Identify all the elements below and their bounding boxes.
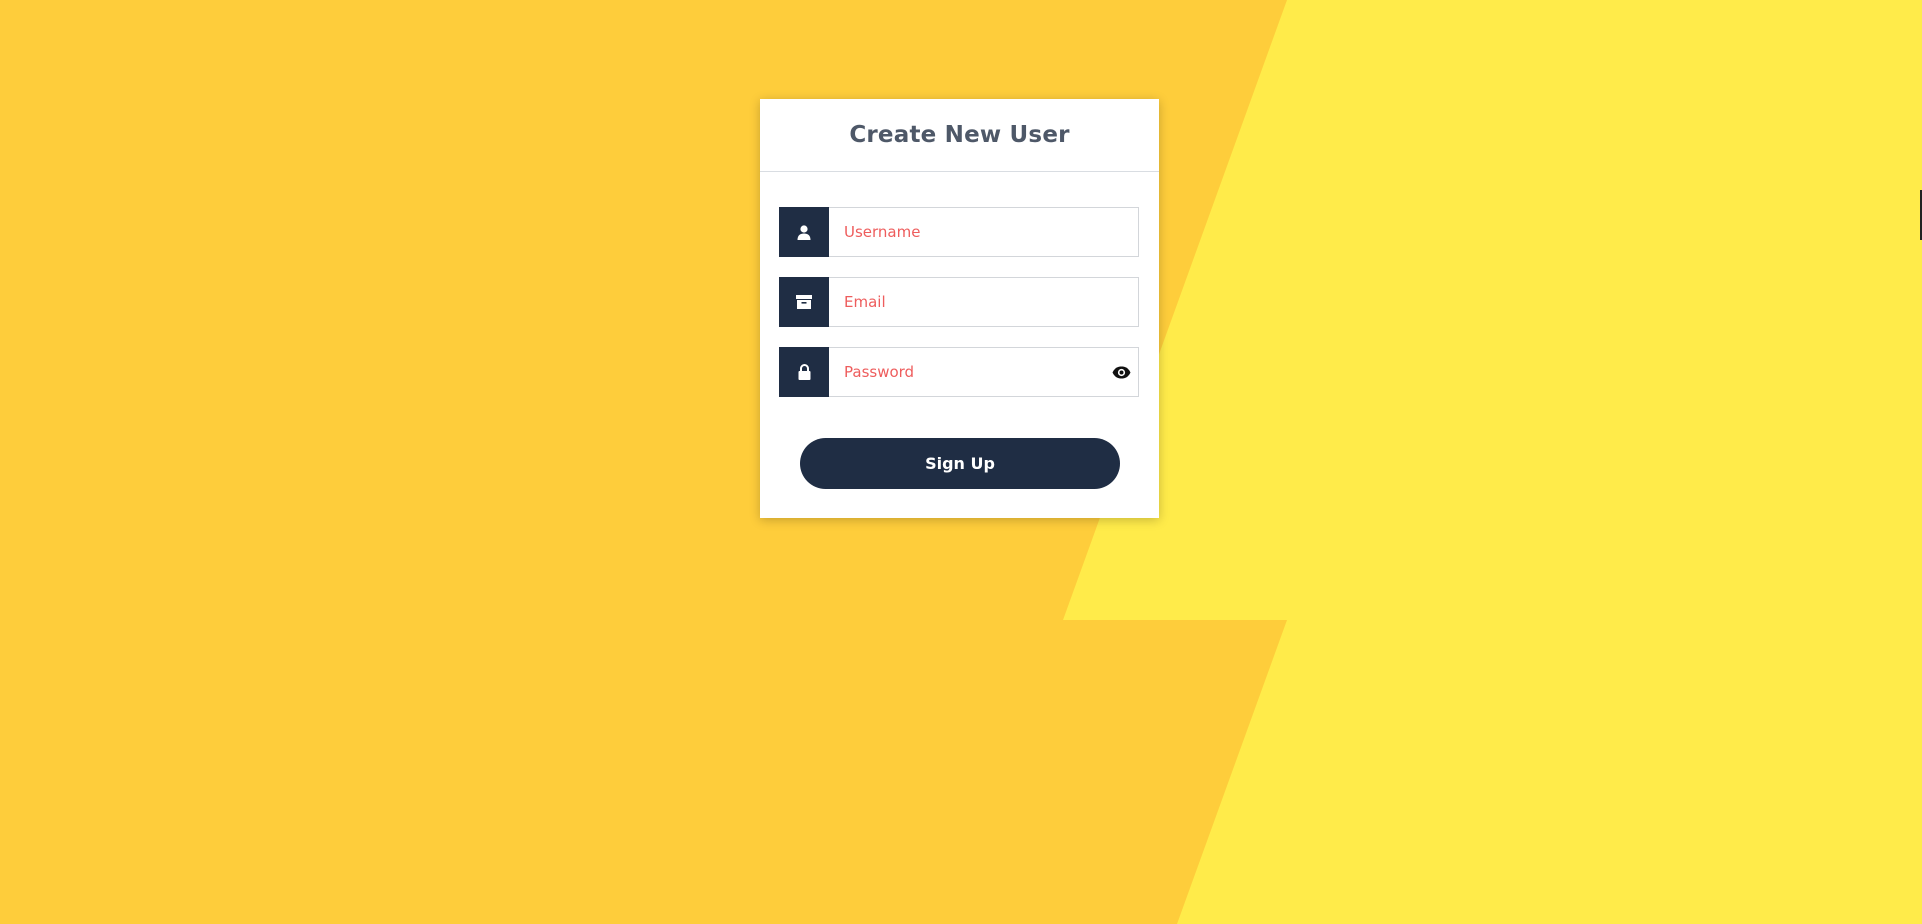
form-title: Create New User bbox=[849, 122, 1070, 148]
card-header: Create New User bbox=[760, 99, 1159, 172]
user-icon bbox=[779, 207, 829, 257]
eye-icon[interactable] bbox=[1111, 363, 1131, 381]
lock-icon bbox=[779, 347, 829, 397]
password-field bbox=[779, 347, 1139, 397]
archive-icon bbox=[779, 277, 829, 327]
username-input[interactable] bbox=[829, 207, 1139, 257]
email-input[interactable] bbox=[829, 277, 1139, 327]
sign-up-button[interactable]: Sign Up bbox=[800, 438, 1120, 489]
password-input[interactable] bbox=[829, 347, 1139, 397]
username-field bbox=[779, 207, 1139, 257]
signup-card: Create New User Username Email Sign Up bbox=[760, 99, 1159, 518]
email-field bbox=[779, 277, 1139, 327]
